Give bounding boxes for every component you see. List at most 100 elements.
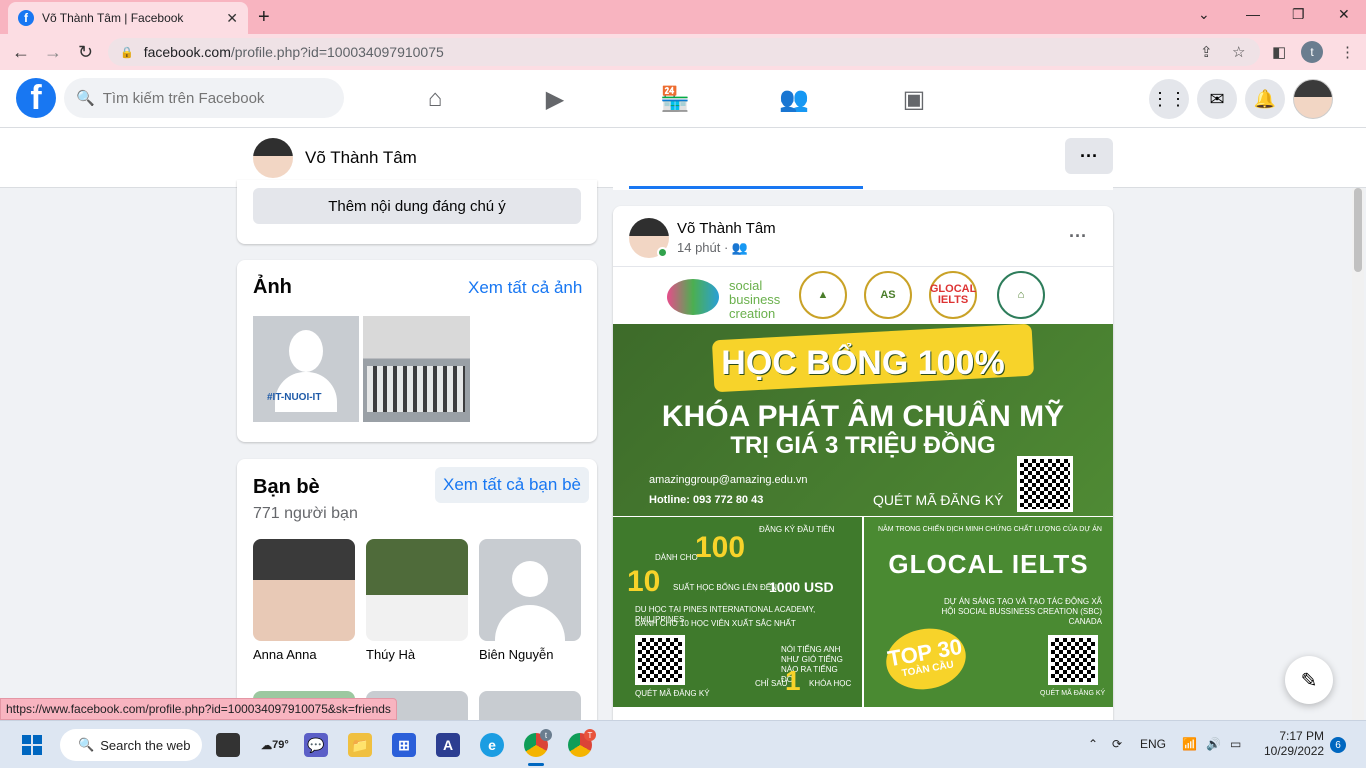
friends-title: Bạn bè [253,476,320,498]
file-explorer-icon[interactable]: 📁 [348,733,372,757]
restore-icon[interactable]: ❐ [1292,6,1305,23]
new-tab-button[interactable]: + [258,6,270,29]
photos-title: Ảnh [253,276,292,298]
groups-icon[interactable]: 👥 [776,84,812,114]
post-image-logos[interactable]: social business creation ▲ AS GLOCAL IEL… [613,266,1113,324]
feed-post: Võ Thành Tâm 14 phút · 👥 ··· social busi… [613,206,1113,726]
teams-chat-icon[interactable]: 💬 [304,733,328,757]
account-avatar[interactable] [1293,79,1333,119]
language-indicator[interactable]: ENG [1140,737,1166,751]
featured-card: Thêm nội dung đáng chú ý [237,180,597,244]
friend-photo[interactable] [253,539,355,641]
menu-grid-icon[interactable]: ⋮⋮ [1149,79,1189,119]
browser-profile-avatar[interactable]: t [1301,41,1323,63]
photo-thumbnail[interactable] [363,316,470,422]
glocal-ielts-panel[interactable]: NẰM TRONG CHIẾN DỊCH MINH CHỨNG CHẤT LƯỢ… [864,517,1113,707]
friend-count: 771 người bạn [253,505,358,522]
pines-academy-logo-icon: ⌂ [997,271,1045,319]
add-featured-button[interactable]: Thêm nội dung đáng chú ý [253,188,581,224]
forward-arrow-icon[interactable]: → [44,42,62,63]
post-options-button[interactable]: ··· [1069,226,1087,247]
lock-icon[interactable]: 🔒 [120,46,134,59]
volume-icon[interactable]: 🔊 [1206,737,1221,751]
friend-name[interactable]: Biên Nguyễn [479,647,581,662]
friends-card: Bạn bè Xem tất cả bạn bè 771 người bạn A… [237,459,597,731]
app-icon[interactable]: A [436,733,460,757]
profile-bar-name[interactable]: Võ Thành Tâm [305,148,417,168]
panel-text: DÀNH CHO 10 HỌC VIÊN XUẤT SẮC NHẤT [635,619,796,628]
chrome-profile-badge: T [584,729,596,741]
browser-tab-facebook[interactable]: f Võ Thành Tâm | Facebook ✕ [8,2,248,34]
weather-temp: 79° [272,739,289,751]
photo-tag-text: #IT-NUOI-IT [267,392,322,403]
photo-thumbnail[interactable]: #IT-NUOI-IT [253,316,359,422]
browser-address-bar: ← → ↻ 🔒 facebook.com/profile.php?id=1000… [0,34,1366,70]
weather-icon[interactable]: ☁ 79° [260,733,290,757]
notifications-bell-icon[interactable]: 🔔 [1245,79,1285,119]
watch-video-icon[interactable]: ▶ [537,84,573,114]
minimize-icon[interactable]: — [1246,6,1260,22]
amazing-school-logo-icon: AS [864,271,912,319]
task-view-icon[interactable] [216,733,240,757]
side-panel-icon[interactable]: ◧ [1272,43,1286,61]
tab-search-chevron-icon[interactable]: ⌄ [1198,6,1210,23]
friend-item[interactable]: Biên Nguyễn [479,539,581,662]
friend-photo[interactable] [479,539,581,641]
home-icon[interactable]: ⌂ [417,84,453,114]
browser-menu-icon[interactable]: ⋮ [1340,43,1355,61]
messenger-icon[interactable]: ✉ [1197,79,1237,119]
url-path: /profile.php?id=100034097910075 [230,44,444,60]
panel-scan-label: QUÉT MÃ ĐĂNG KÝ [635,689,710,698]
panel-scan-label: QUÉT MÃ ĐĂNG KÝ [1040,690,1106,697]
friend-photo[interactable] [366,539,468,641]
url-field[interactable]: 🔒 facebook.com/profile.php?id=1000340979… [108,38,1260,66]
qr-code-icon [635,635,685,685]
see-all-friends-link[interactable]: Xem tất cả bạn bè [435,467,589,503]
qr-code-icon [1048,635,1098,685]
facebook-search[interactable]: 🔍 [64,78,344,118]
scrollbar-thumb[interactable] [1354,188,1362,272]
panel-number: 1 [785,665,801,696]
scholarship-details-panel[interactable]: DÀNH CHO 100 ĐĂNG KÝ ĐẦU TIÊN 10 SUẤT HỌ… [613,517,862,707]
edge-browser-icon[interactable]: e [480,733,504,757]
friend-name[interactable]: Thúy Hà [366,647,468,662]
page-scrollbar[interactable] [1352,188,1364,720]
panel-text: DÀNH CHO [655,553,698,562]
reload-icon[interactable]: ↻ [78,42,93,63]
clock-date: 10/29/2022 [1264,744,1325,758]
link-status-url: https://www.facebook.com/profile.php?id=… [0,698,397,720]
microsoft-store-icon[interactable]: ⊞ [392,733,416,757]
taskbar-clock[interactable]: 7:17 PM 10/29/2022 [1264,729,1324,759]
marketplace-icon[interactable]: 🏪 [657,84,693,114]
notification-count-badge[interactable]: 6 [1330,737,1346,753]
search-icon: 🔍 [78,737,95,752]
post-timestamp[interactable]: 14 phút · 👥 [677,240,748,256]
post-tabs-strip [613,186,1113,190]
windows-start-icon[interactable] [22,735,42,755]
profile-bar-avatar[interactable] [253,138,293,178]
friend-item[interactable]: Thúy Hà [366,539,468,662]
gaming-icon[interactable]: ▣ [896,84,932,114]
panel-number: 10 [627,565,661,598]
share-icon[interactable]: ⇪ [1200,43,1213,61]
facebook-logo-icon[interactable]: f [16,78,56,118]
post-author-name[interactable]: Võ Thành Tâm [677,220,776,237]
battery-icon[interactable]: ▭ [1230,737,1241,751]
default-avatar-head [289,330,323,372]
close-tab-icon[interactable]: ✕ [226,10,238,27]
close-window-icon[interactable]: ✕ [1338,6,1350,23]
friend-name[interactable]: Anna Anna [253,647,355,662]
profile-more-button[interactable]: ··· [1065,138,1113,174]
friend-item[interactable]: Anna Anna [253,539,355,662]
new-message-compose-icon[interactable]: ✎ [1285,656,1333,704]
see-all-photos-link[interactable]: Xem tất cả ảnh [468,278,582,298]
photos-card: Ảnh Xem tất cả ảnh #IT-NUOI-IT [237,260,597,442]
chevron-up-icon[interactable]: ⌃ [1088,737,1098,751]
bookmark-star-icon[interactable]: ☆ [1232,43,1245,61]
scholarship-banner[interactable]: HỌC BỔNG 100% KHÓA PHÁT ÂM CHUẨN MỸ TRỊ … [613,324,1113,516]
taskbar-search[interactable]: 🔍 Search the web [60,729,202,761]
sync-icon[interactable]: ⟳ [1112,737,1122,751]
back-arrow-icon[interactable]: ← [12,42,30,63]
wifi-icon[interactable]: 📶 [1182,737,1197,751]
search-input[interactable] [102,89,333,107]
